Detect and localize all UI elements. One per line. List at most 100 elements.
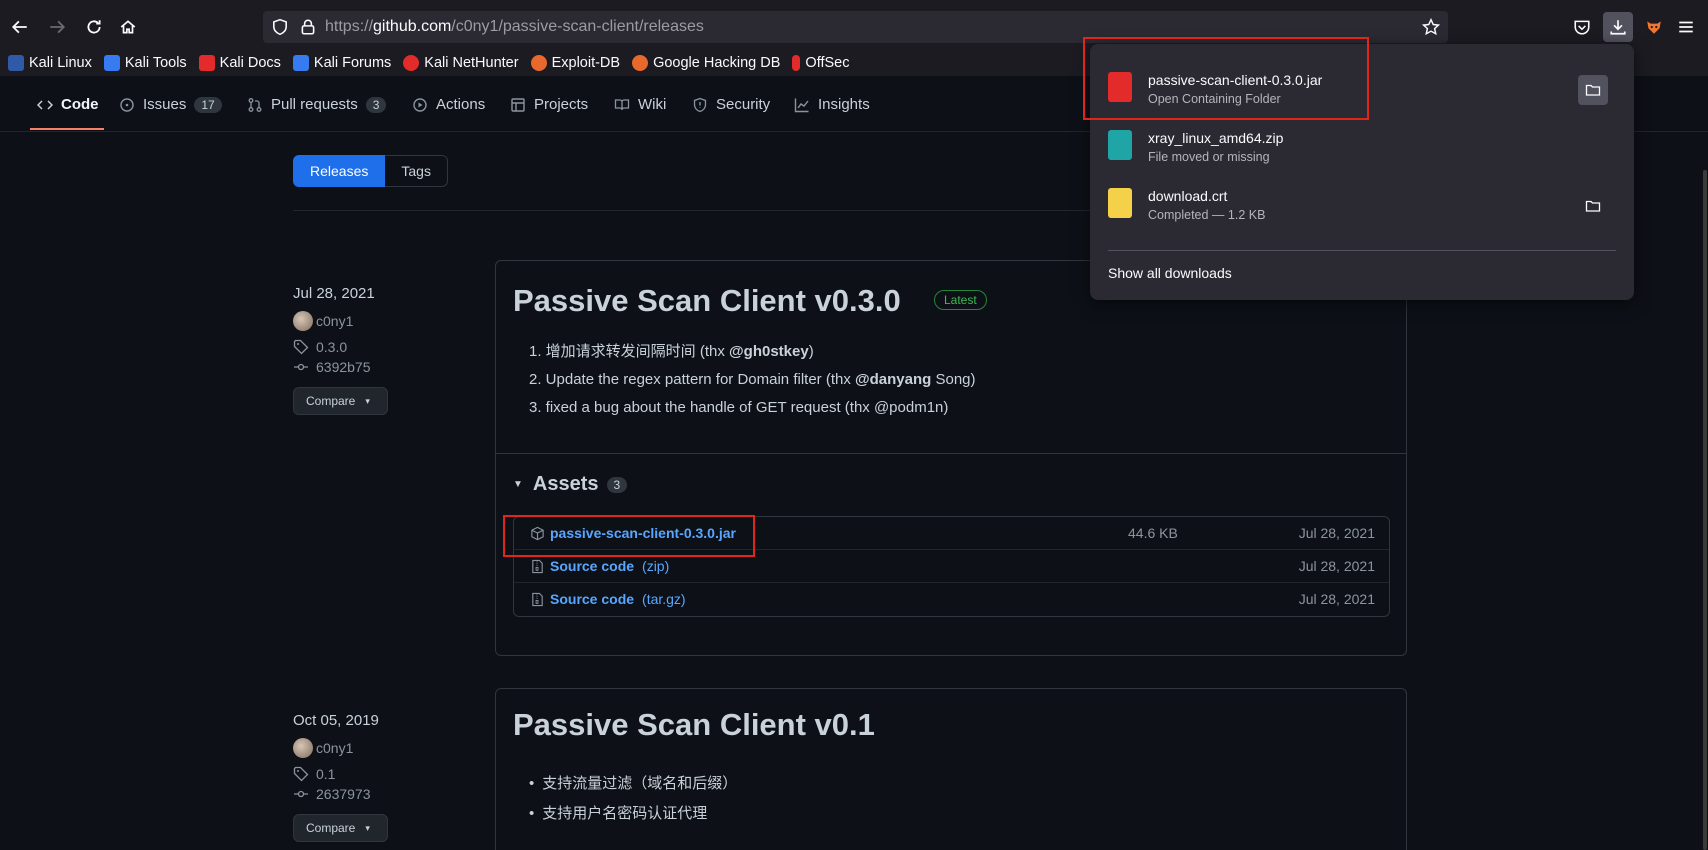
bookmark-kali-linux[interactable]: Kali Linux [8, 55, 92, 71]
ghdb-icon [632, 55, 649, 71]
bookmark-exploit-db[interactable]: Exploit-DB [530, 55, 620, 71]
scrollbar[interactable] [1702, 170, 1708, 850]
tab-security[interactable]: Security [692, 96, 770, 113]
avatar [293, 738, 313, 758]
downloads-button[interactable] [1603, 12, 1633, 42]
bookmark-kali-forums[interactable]: Kali Forums [292, 55, 391, 71]
forward-button[interactable] [42, 12, 72, 42]
release-note-item: 支持流量过滤（域名和后缀） [529, 769, 737, 799]
back-button[interactable] [5, 12, 35, 42]
release-note-item: 支持用户名密码认证代理 [529, 799, 737, 829]
commit-icon [294, 790, 308, 798]
download-filename: download.crt [1148, 188, 1228, 204]
arrow-right-icon [50, 20, 66, 34]
bookmark-kali-tools[interactable]: Kali Tools [103, 55, 187, 71]
release-note-item: 1. 增加请求转发间隔时间 (thx @gh0stkey) [529, 343, 814, 360]
latest-badge: Latest [934, 290, 987, 310]
file-zip-icon [532, 592, 543, 606]
kali-forums-icon [292, 55, 309, 71]
issues-count-badge: 17 [194, 96, 222, 113]
certificate-file-icon [1108, 188, 1132, 218]
exploit-db-icon [530, 55, 547, 71]
release-tag[interactable]: 0.3.0 [293, 339, 388, 355]
assets-toggle[interactable]: ▼ Assets 3 [513, 473, 628, 496]
compare-button[interactable]: Compare ▾ [293, 814, 388, 842]
bookmark-star-icon[interactable] [1422, 18, 1440, 36]
chevron-down-icon: ▾ [365, 822, 370, 833]
tag-icon [293, 339, 309, 355]
shield-icon [693, 97, 707, 112]
kali-dragon-icon [8, 55, 24, 71]
triangle-down-icon: ▼ [513, 479, 523, 490]
releases-tab[interactable]: Releases [293, 155, 386, 187]
home-icon [120, 20, 136, 34]
play-icon [413, 97, 427, 112]
pocket-icon [1574, 20, 1590, 35]
url-text: https://github.com/c0ny1/passive-scan-cl… [325, 18, 704, 35]
graph-icon [794, 98, 809, 112]
asset-date: Jul 28, 2021 [1298, 558, 1375, 574]
release-title[interactable]: Passive Scan Client v0.1 [513, 707, 875, 743]
tab-issues[interactable]: Issues 17 [119, 96, 222, 113]
bookmark-kali-nethunter[interactable]: Kali NetHunter [403, 55, 519, 71]
releases-subnav: Releases Tags [293, 155, 448, 187]
tag-icon [293, 766, 309, 782]
asset-link[interactable]: Source code (tar.gz) [530, 591, 686, 607]
highlight-box [1083, 37, 1369, 120]
tab-actions[interactable]: Actions [412, 96, 485, 113]
pocket-button[interactable] [1567, 12, 1597, 42]
issue-icon [120, 97, 134, 112]
asset-link[interactable]: Source code (zip) [530, 558, 669, 574]
reload-button[interactable] [79, 12, 109, 42]
home-button[interactable] [113, 12, 143, 42]
download-status: Completed — 1.2 KB [1148, 208, 1266, 222]
download-item[interactable]: xray_linux_amd64.zip File moved or missi… [1108, 120, 1618, 172]
tab-projects[interactable]: Projects [510, 96, 588, 113]
divider [496, 453, 1406, 454]
bookmark-kali-docs[interactable]: Kali Docs [198, 55, 281, 71]
highlight-box [503, 515, 755, 557]
release-notes: 支持流量过滤（域名和后缀） 支持用户名密码认证代理 [529, 769, 737, 829]
release-card: Passive Scan Client v0.1 支持流量过滤（域名和后缀） 支… [495, 688, 1407, 850]
scrollbar-thumb[interactable] [1703, 170, 1707, 850]
release-card: Passive Scan Client v0.3.0 Latest 1. 增加请… [495, 260, 1407, 656]
asset-date: Jul 28, 2021 [1298, 591, 1375, 607]
download-status: File moved or missing [1148, 150, 1270, 164]
tracking-shield-icon[interactable] [271, 18, 289, 36]
tab-pull-requests[interactable]: Pull requests 3 [247, 96, 387, 113]
chevron-down-icon: ▾ [365, 395, 370, 406]
download-item[interactable]: download.crt Completed — 1.2 KB [1108, 178, 1618, 230]
bookmark-offsec[interactable]: OffSec [792, 55, 849, 71]
release-tag[interactable]: 0.1 [293, 766, 388, 782]
release-sidebar: Jul 28, 2021 c0ny1 0.3.0 6392b75 Compare… [293, 285, 388, 415]
tab-insights[interactable]: Insights [794, 96, 870, 113]
tab-code[interactable]: Code [37, 96, 99, 113]
release-commit[interactable]: 6392b75 [293, 359, 388, 375]
release-commit[interactable]: 2637973 [293, 786, 388, 802]
reload-icon [87, 20, 101, 34]
app-menu-button[interactable] [1671, 12, 1701, 42]
lock-icon[interactable] [299, 18, 317, 36]
folder-icon [1585, 200, 1601, 212]
asset-date: Jul 28, 2021 [1298, 525, 1375, 541]
pulls-count-badge: 3 [365, 96, 387, 113]
release-title[interactable]: Passive Scan Client v0.3.0 [513, 283, 901, 319]
compare-button[interactable]: Compare ▾ [293, 387, 388, 415]
release-author[interactable]: c0ny1 [293, 311, 388, 331]
show-all-downloads-button[interactable]: Show all downloads [1108, 265, 1232, 281]
asset-row: Source code (tar.gz) Jul 28, 2021 [514, 583, 1389, 616]
open-folder-button[interactable] [1578, 75, 1608, 105]
open-folder-button[interactable] [1578, 191, 1608, 221]
tab-wiki[interactable]: Wiki [614, 96, 666, 113]
bookmark-ghdb[interactable]: Google Hacking DB [632, 55, 780, 71]
download-filename: xray_linux_amd64.zip [1148, 130, 1284, 146]
assets-count-badge: 3 [606, 476, 628, 493]
kali-tools-icon [103, 55, 120, 71]
commit-icon [294, 363, 308, 371]
extension-button[interactable] [1639, 12, 1669, 42]
zip-file-icon [1108, 130, 1132, 160]
tags-tab[interactable]: Tags [385, 155, 448, 187]
asset-size: 44.6 KB [1128, 525, 1178, 541]
kali-docs-icon [198, 55, 215, 71]
release-author[interactable]: c0ny1 [293, 738, 388, 758]
